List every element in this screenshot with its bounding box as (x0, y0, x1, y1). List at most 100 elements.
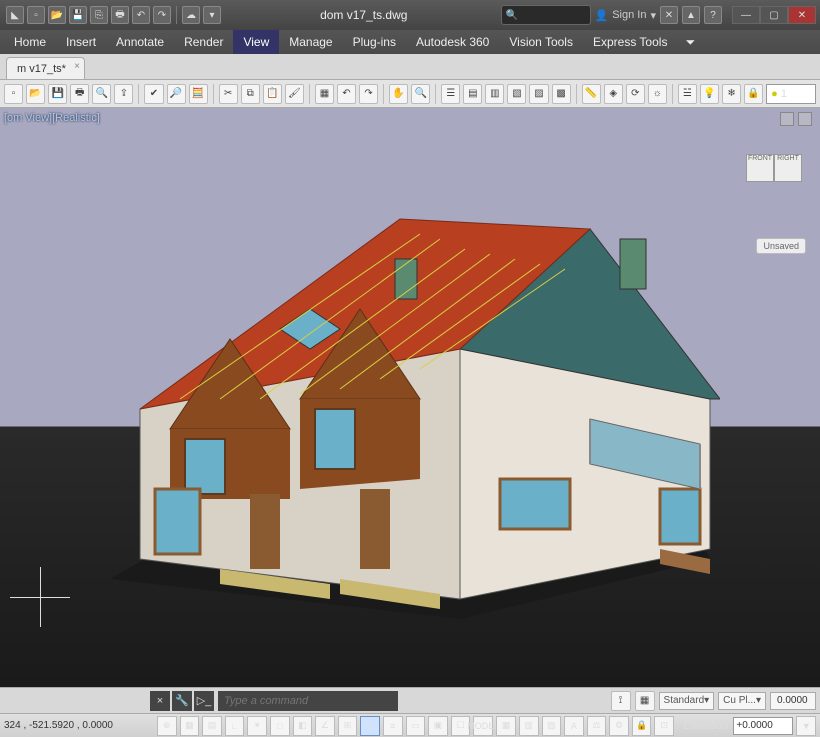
viewport-maximize-icon[interactable] (798, 112, 812, 126)
status-ortho-icon[interactable]: ∟ (225, 716, 245, 736)
command-input[interactable] (218, 691, 398, 711)
tool-preview-icon[interactable]: 🔍 (92, 84, 111, 104)
cloud-icon[interactable]: ☁ (182, 6, 200, 24)
status-annscale-icon[interactable]: ⚖ (587, 716, 607, 736)
maximize-button[interactable]: ▢ (760, 6, 788, 24)
exchange-icon[interactable]: ✕ (660, 6, 678, 24)
status-3dosnap-icon[interactable]: ◧ (293, 716, 313, 736)
tool-zoom-icon[interactable]: 🔍 (411, 84, 430, 104)
tool-find-icon[interactable]: 🔎 (167, 84, 186, 104)
open-icon[interactable]: 📂 (48, 6, 66, 24)
status-qvl-icon[interactable]: ▧ (542, 716, 562, 736)
command-close-icon[interactable]: × (150, 691, 170, 711)
status-tpy-icon[interactable]: ▭ (406, 716, 426, 736)
tool-open-icon[interactable]: 📂 (26, 84, 45, 104)
elevation-input[interactable] (733, 717, 793, 735)
tool-spell-icon[interactable]: ✔ (144, 84, 163, 104)
status-snap-icon[interactable]: ▦ (180, 716, 200, 736)
file-tab[interactable]: m v17_ts* × (6, 57, 85, 79)
tool-publish-icon[interactable]: ⇪ (114, 84, 133, 104)
status-lock-icon[interactable]: 🔒 (632, 716, 652, 736)
status-dyn-icon[interactable]: + (360, 716, 380, 736)
layer-dropdown[interactable]: ● 1 (766, 84, 816, 104)
tab-insert[interactable]: Insert (56, 30, 106, 54)
app-menu-button[interactable]: ◣ (6, 6, 24, 24)
tool-layerstate-icon[interactable]: 💡 (700, 84, 719, 104)
tool-plot-icon[interactable]: 🖶 (70, 84, 89, 104)
tool-new-icon[interactable]: ▫ (4, 84, 23, 104)
status-ws-icon[interactable]: ⚙ (609, 716, 629, 736)
status-infer-icon[interactable]: ⊕ (157, 716, 177, 736)
tool-designcenter-icon[interactable]: ▤ (463, 84, 482, 104)
status-polar-icon[interactable]: ✶ (247, 716, 267, 736)
status-grid2-icon[interactable]: ▦ (496, 716, 516, 736)
tool-properties-icon[interactable]: ☰ (441, 84, 460, 104)
tab-visiontools[interactable]: Vision Tools (499, 30, 583, 54)
cmd-dropdown-2[interactable]: Cu Pl... ▾ (718, 692, 766, 710)
unsaved-view-badge[interactable]: Unsaved (756, 238, 806, 254)
tool-blockedit-icon[interactable]: ▦ (315, 84, 334, 104)
tool-calc-icon[interactable]: 🧮 (189, 84, 208, 104)
tab-expresstools[interactable]: Express Tools (583, 30, 677, 54)
view-cube[interactable]: FRONT RIGHT (746, 148, 802, 188)
tool-quickcalc-icon[interactable]: ▩ (552, 84, 571, 104)
tab-plugins[interactable]: Plug-ins (343, 30, 406, 54)
tab-render[interactable]: Render (174, 30, 233, 54)
tab-view[interactable]: View (233, 30, 279, 54)
close-button[interactable]: ✕ (788, 6, 816, 24)
tool-layer-icon[interactable]: ☱ (678, 84, 697, 104)
tool-save-icon[interactable]: 💾 (48, 84, 67, 104)
viewcube-right[interactable]: RIGHT (774, 154, 802, 182)
tab-manage[interactable]: Manage (279, 30, 342, 54)
cmd-dropdown-1[interactable]: Standard ▾ (659, 692, 715, 710)
qat-dropdown-icon[interactable]: ▾ (203, 6, 221, 24)
tool-measure-icon[interactable]: 📏 (582, 84, 601, 104)
status-lwt-icon[interactable]: ≡ (383, 716, 403, 736)
tool-render-icon[interactable]: ☼ (648, 84, 667, 104)
status-ann-icon[interactable]: A (564, 716, 584, 736)
tool-pan-icon[interactable]: ✋ (389, 84, 408, 104)
status-otrack-icon[interactable]: ∠ (315, 716, 335, 736)
tool-redo-icon[interactable]: ↷ (359, 84, 378, 104)
autodesk-icon[interactable]: ▲ (682, 6, 700, 24)
tool-layeriso-icon[interactable]: ❄ (722, 84, 741, 104)
status-qv-icon[interactable]: ▥ (519, 716, 539, 736)
save-icon[interactable]: 💾 (69, 6, 87, 24)
tool-paste-icon[interactable]: 📋 (263, 84, 282, 104)
cmd-icon-1[interactable]: ⟟ (611, 691, 631, 711)
viewport-minimize-icon[interactable] (780, 112, 794, 126)
status-ducs-icon[interactable]: ⊞ (338, 716, 358, 736)
tool-matchprop-icon[interactable]: 🖌 (285, 84, 304, 104)
tab-annotate[interactable]: Annotate (106, 30, 174, 54)
cmd-icon-2[interactable]: ▦ (635, 691, 655, 711)
command-prompt-icon[interactable]: ▷_ (194, 691, 214, 711)
status-grid-icon[interactable]: ▤ (202, 716, 222, 736)
status-osnap-icon[interactable]: □ (270, 716, 290, 736)
new-icon[interactable]: ▫ (27, 6, 45, 24)
status-qp-icon[interactable]: ▣ (428, 716, 448, 736)
ribbon-overflow-icon[interactable]: ⏷ (677, 30, 703, 54)
help-icon[interactable]: ? (704, 6, 722, 24)
close-tab-icon[interactable]: × (74, 61, 80, 72)
tool-3dorbit-icon[interactable]: ⟳ (626, 84, 645, 104)
tool-palette-icon[interactable]: ▥ (485, 84, 504, 104)
viewport-label[interactable]: [om View][Realistic] (4, 112, 100, 124)
saveas-icon[interactable]: ⎘ (90, 6, 108, 24)
status-filter-icon[interactable]: ▼ (796, 716, 816, 736)
tool-region-icon[interactable]: ◈ (604, 84, 623, 104)
minimize-button[interactable]: — (732, 6, 760, 24)
tool-cut-icon[interactable]: ✂ (219, 84, 238, 104)
tool-layerprev-icon[interactable]: 🔒 (744, 84, 763, 104)
print-icon[interactable]: 🖶 (111, 6, 129, 24)
tool-copy-icon[interactable]: ⧉ (241, 84, 260, 104)
drawing-viewport[interactable]: [om View][Realistic] FRONT RIGHT Unsaved (0, 108, 820, 687)
undo-icon[interactable]: ↶ (132, 6, 150, 24)
tool-undo-icon[interactable]: ↶ (337, 84, 356, 104)
tool-markup-icon[interactable]: ▨ (529, 84, 548, 104)
tab-autodesk360[interactable]: Autodesk 360 (406, 30, 499, 54)
tool-sheetset-icon[interactable]: ▧ (507, 84, 526, 104)
tab-home[interactable]: Home (4, 30, 56, 54)
redo-icon[interactable]: ↷ (153, 6, 171, 24)
status-hw-icon[interactable]: ⊡ (654, 716, 674, 736)
viewcube-front[interactable]: FRONT (746, 154, 774, 182)
